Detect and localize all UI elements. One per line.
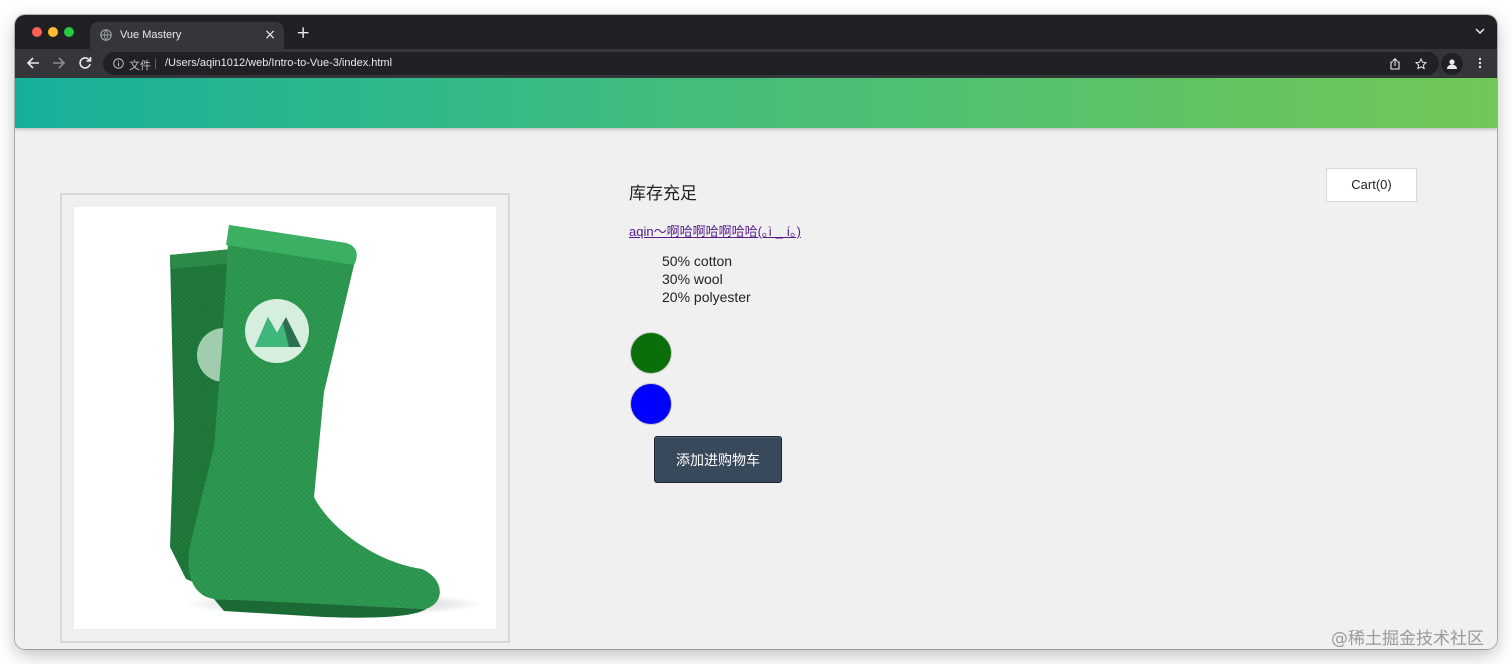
color-swatch-blue[interactable] [630, 383, 672, 425]
product-image [74, 207, 496, 629]
nav-bar [15, 78, 1497, 128]
watermark: @稀土掘金技术社区 [1331, 629, 1484, 649]
tab-title: Vue Mastery [120, 29, 182, 41]
detail-item: 30% wool [662, 271, 723, 287]
browser-toolbar: 文件 /Users/aqin1012/web/Intro-to-Vue-3/in… [15, 49, 1497, 78]
share-icon[interactable] [1390, 58, 1400, 70]
chevron-down-icon[interactable] [1475, 27, 1485, 35]
more-vert-icon[interactable] [1478, 57, 1482, 69]
profile-icon [1447, 59, 1457, 69]
cart-indicator: Cart(0) [1326, 168, 1417, 202]
add-to-cart-button[interactable]: 添加进购物车 [654, 436, 782, 483]
tab-strip: Vue Mastery × + [15, 15, 1497, 49]
reload-icon[interactable] [78, 56, 92, 70]
maximize-window-button[interactable] [64, 27, 74, 37]
info-icon[interactable] [113, 58, 124, 69]
detail-item: 20% polyester [662, 289, 751, 305]
new-tab-button[interactable]: + [296, 24, 310, 42]
product-title: 库存充足 [629, 184, 697, 203]
tab-close-icon[interactable]: × [264, 27, 276, 43]
product-image-frame [60, 193, 510, 643]
divider [155, 58, 156, 69]
url-text[interactable]: /Users/aqin1012/web/Intro-to-Vue-3/index… [165, 57, 392, 69]
forward-arrow-icon[interactable] [52, 56, 66, 70]
detail-item: 50% cotton [662, 253, 733, 269]
security-label: 文件 [129, 60, 151, 72]
star-icon[interactable] [1415, 58, 1427, 70]
product-link[interactable]: aqin～啊哈啊哈啊哈哈(｡ì _ í｡) [629, 221, 801, 240]
close-window-button[interactable] [32, 27, 42, 37]
profile-button[interactable] [1441, 53, 1463, 75]
minimize-window-button[interactable] [48, 27, 58, 37]
globe-icon [100, 29, 112, 41]
product-details-list: 50% cotton 30% wool 20% polyester [662, 252, 751, 306]
address-bar[interactable]: 文件 /Users/aqin1012/web/Intro-to-Vue-3/in… [103, 52, 1439, 75]
back-arrow-icon[interactable] [26, 56, 40, 70]
color-swatch-green[interactable] [630, 332, 672, 374]
socks-image [170, 225, 484, 618]
browser-window: Vue Mastery × + 文件 /Users/aqin1012/web/I… [15, 15, 1497, 649]
tab-vue-mastery[interactable]: Vue Mastery × [90, 22, 284, 49]
page-content: Cart(0) 库存充足 aqin～啊哈啊哈啊哈哈(｡ì _ í｡) 50% c… [15, 78, 1497, 649]
